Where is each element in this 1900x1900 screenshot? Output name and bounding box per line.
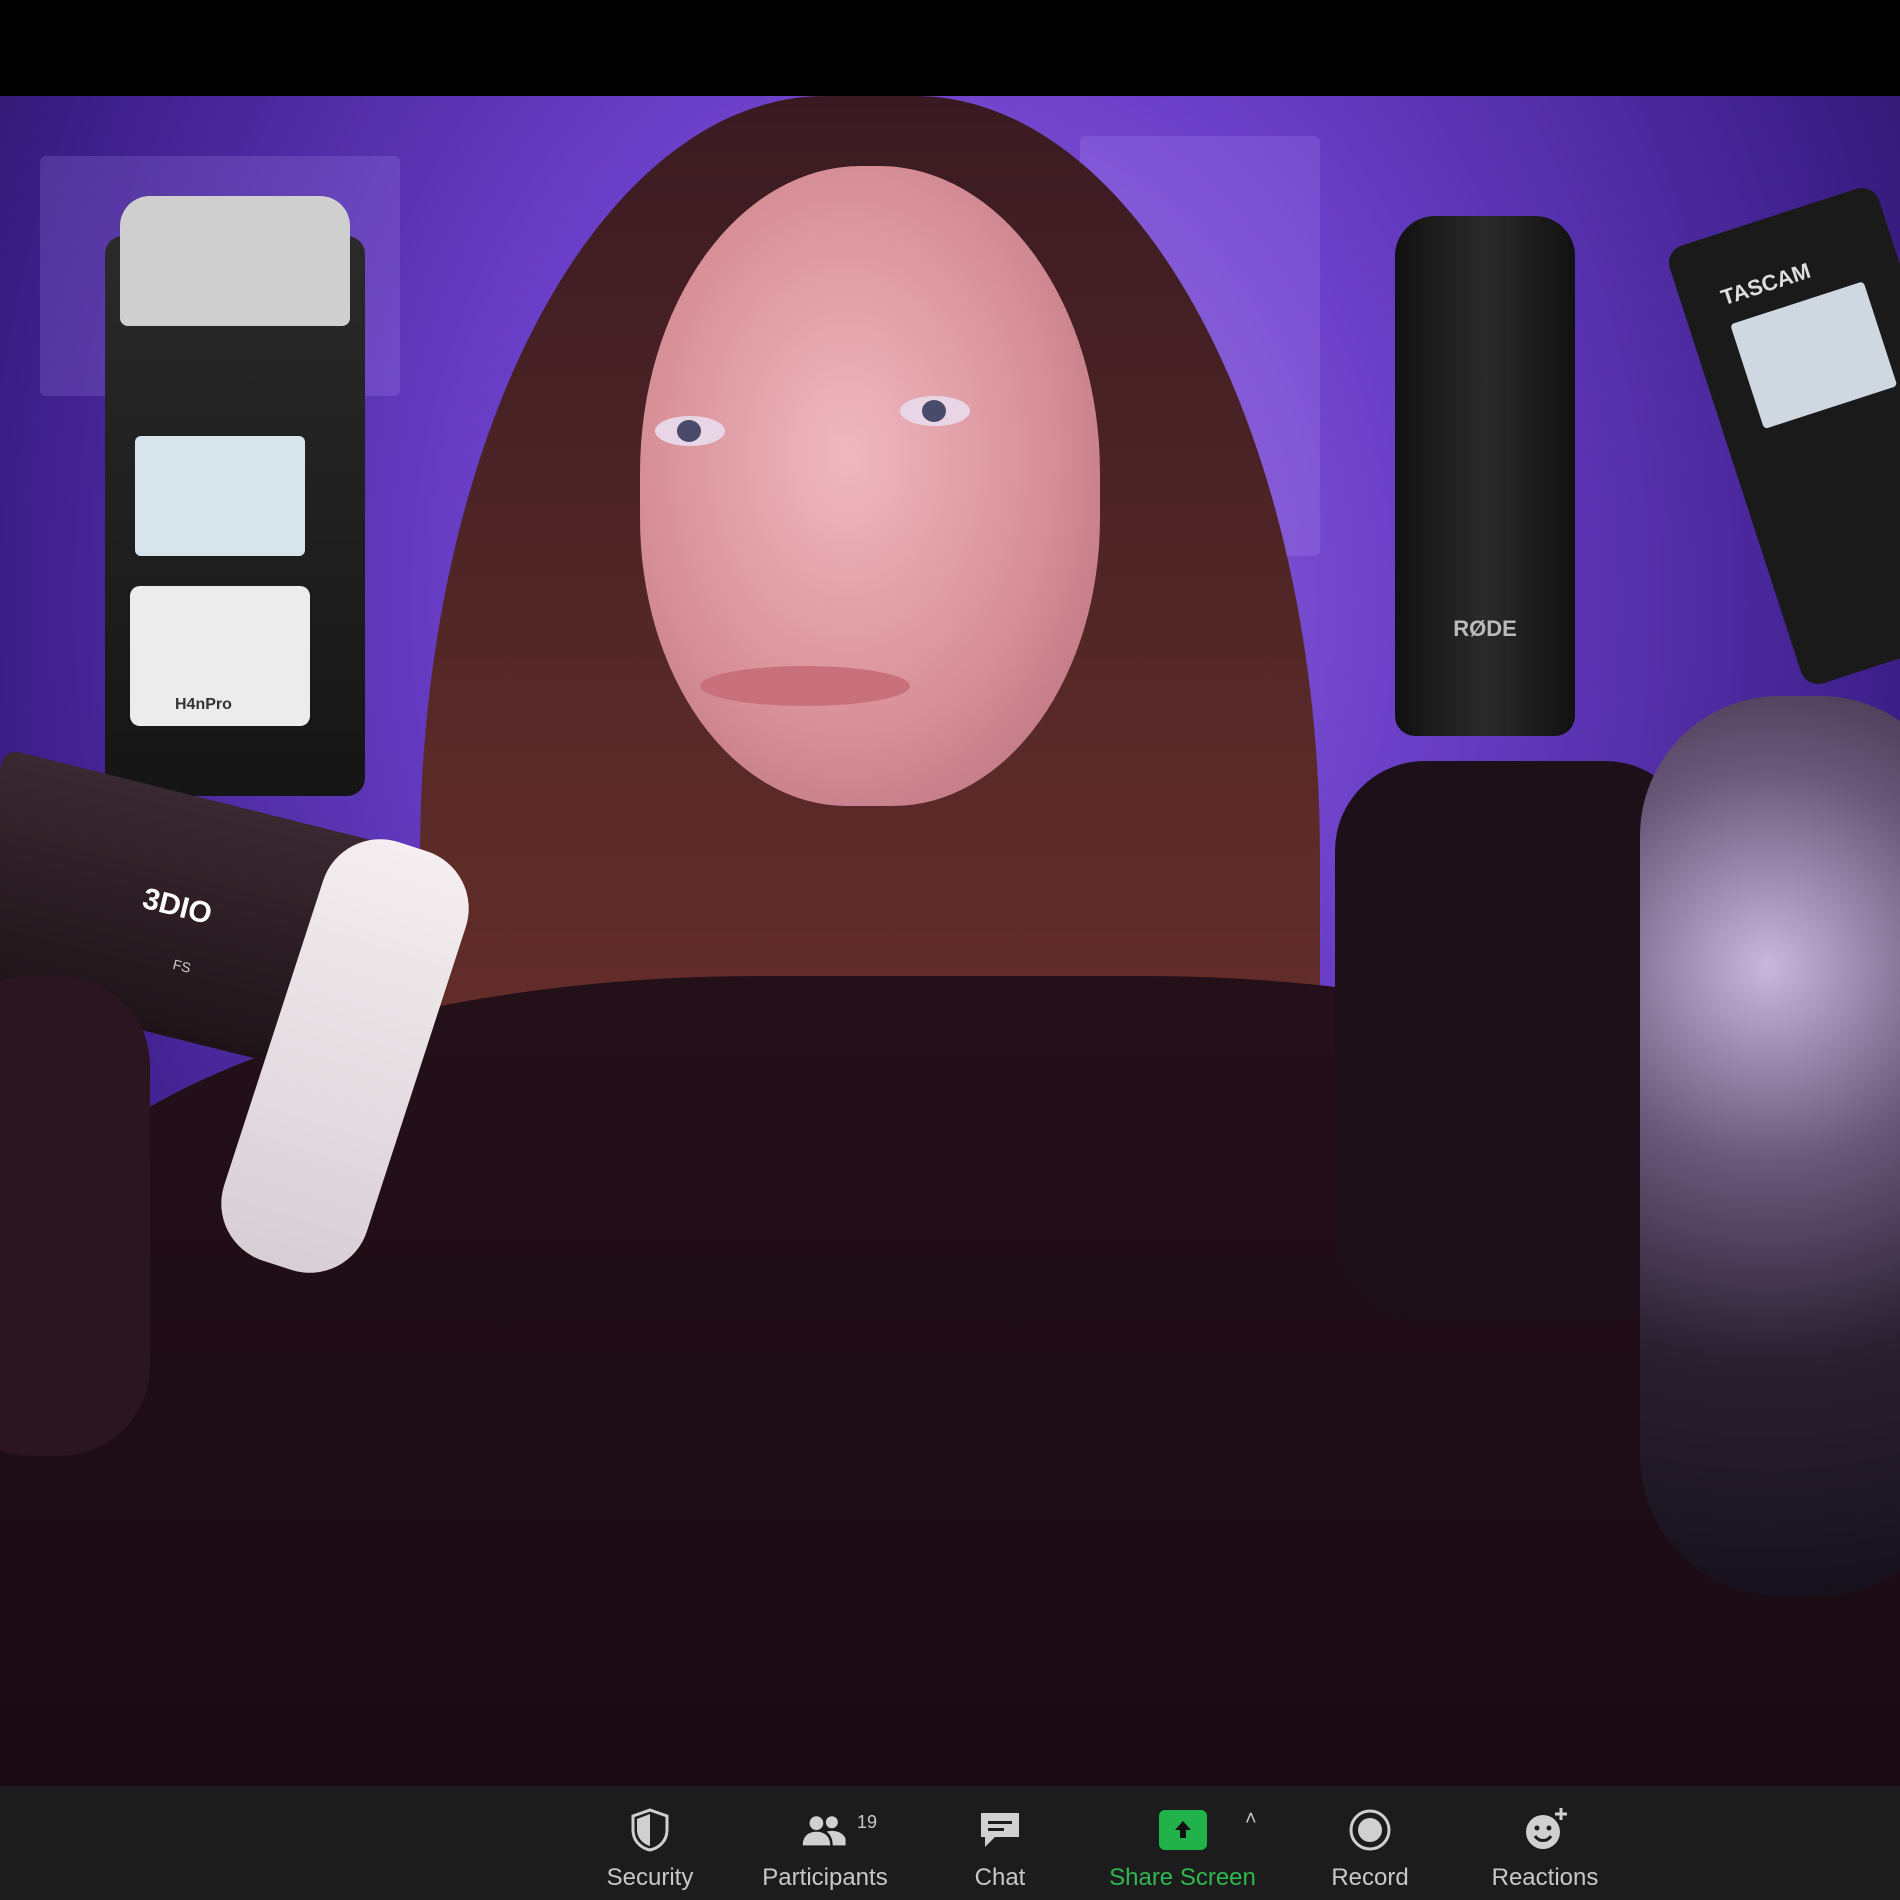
shield-icon (626, 1806, 674, 1854)
recorder-label: H4nPro (175, 696, 232, 713)
participants-icon (801, 1806, 849, 1854)
tascam-recorder: TASCAM (1664, 183, 1900, 689)
meeting-toolbar: Security 19 Participants Chat ˄ Share Sc… (0, 1786, 1900, 1900)
person-face (640, 166, 1100, 806)
share-screen-button[interactable]: ˄ Share Screen (1095, 1786, 1270, 1900)
record-label: Record (1331, 1864, 1409, 1891)
security-button[interactable]: Security (590, 1786, 710, 1900)
recorder-screen (135, 436, 305, 556)
chat-label: Chat (974, 1864, 1026, 1891)
person-lips (700, 666, 910, 706)
zoom-recorder-device: H4nPro (105, 196, 365, 796)
3dio-sub-label: FS (171, 956, 193, 976)
foam-windscreen-left (0, 976, 150, 1456)
participants-label: Participants (762, 1864, 888, 1891)
recorder-mic-head (120, 196, 350, 326)
share-screen-icon (1158, 1806, 1207, 1854)
record-button[interactable]: Record (1320, 1786, 1420, 1900)
share-options-caret-icon[interactable]: ˄ (1245, 1808, 1257, 1831)
reactions-icon (1521, 1806, 1569, 1854)
share-screen-label: Share Screen (1109, 1864, 1256, 1891)
participant-video: H4nPro RØDE TASCAM 3DIO FS (0, 96, 1900, 1786)
rode-microphone: RØDE (1395, 216, 1575, 736)
left-eye (655, 416, 725, 446)
record-icon (1346, 1806, 1394, 1854)
participants-button[interactable]: 19 Participants (745, 1786, 905, 1900)
fur-windscreen (1640, 696, 1900, 1596)
reactions-label: Reactions (1491, 1864, 1599, 1891)
security-label: Security (606, 1864, 694, 1891)
rode-label: RØDE (1453, 616, 1517, 641)
chat-icon (976, 1806, 1024, 1854)
reactions-button[interactable]: Reactions (1480, 1786, 1610, 1900)
3dio-label: 3DIO (139, 882, 216, 932)
top-black-bar (0, 0, 1900, 96)
chat-button[interactable]: Chat (950, 1786, 1050, 1900)
right-eye (900, 396, 970, 426)
tascam-screen (1730, 281, 1898, 430)
participants-count: 19 (857, 1812, 878, 1832)
